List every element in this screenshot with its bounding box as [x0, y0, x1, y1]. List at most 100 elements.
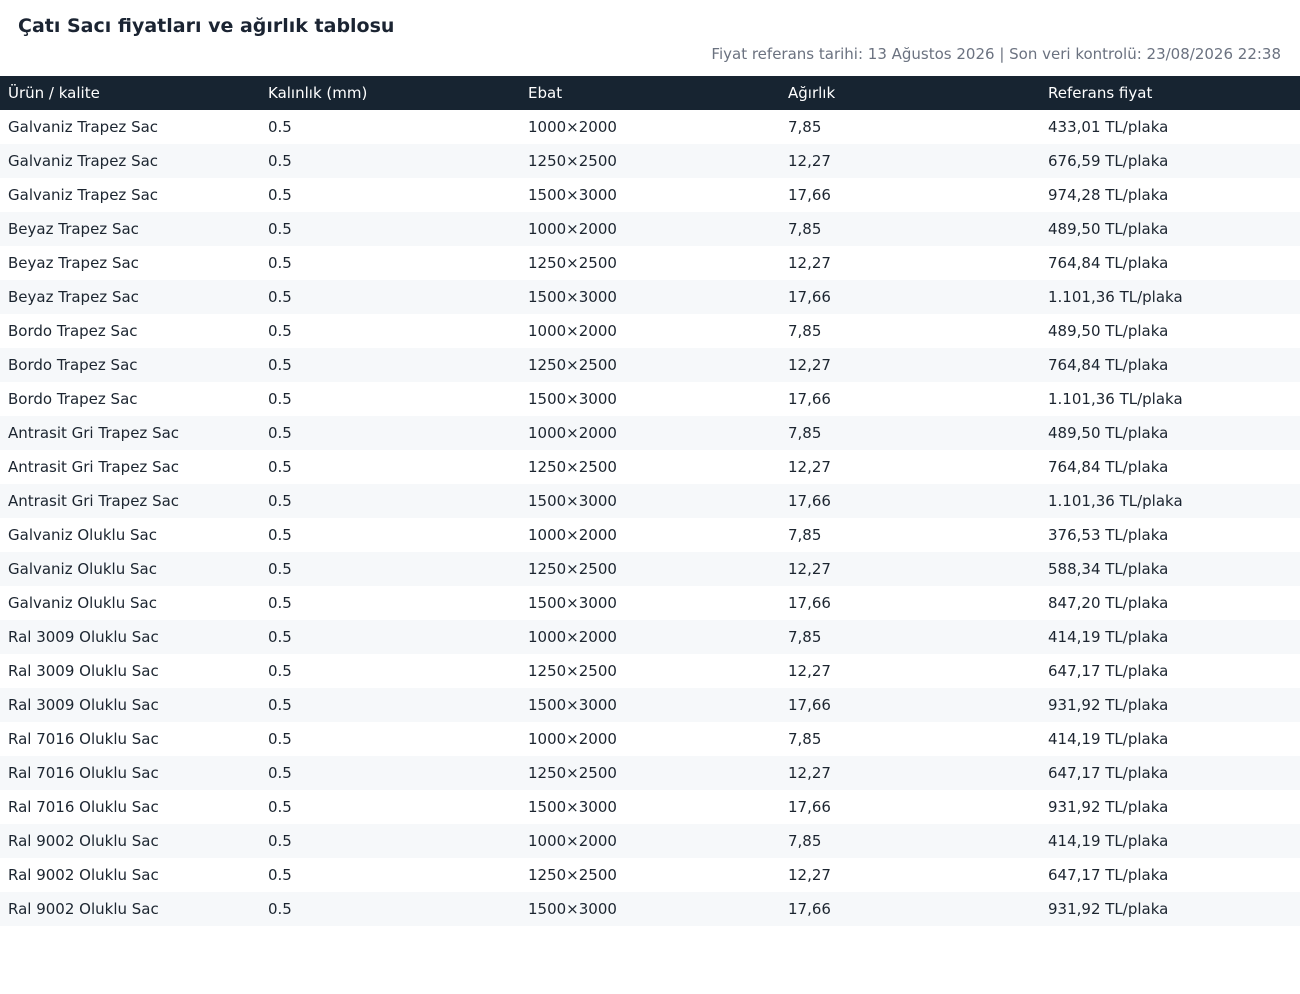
cell-thickness: 0.5 — [268, 390, 292, 408]
column-header-thickness: Kalınlık (mm) — [268, 84, 368, 102]
cell-weight: 12,27 — [788, 152, 831, 170]
cell-weight: 17,66 — [788, 696, 831, 714]
cell-weight: 12,27 — [788, 866, 831, 884]
cell-weight: 17,66 — [788, 900, 831, 918]
cell-weight: 7,85 — [788, 526, 822, 544]
cell-size: 1500×3000 — [528, 492, 617, 510]
cell-size: 1000×2000 — [528, 322, 617, 340]
table-row: Galvaniz Trapez Sac 0.5 1250×2500 12,27 676,… — [0, 144, 1300, 178]
cell-weight: 17,66 — [788, 798, 831, 816]
table-row: Galvaniz Oluklu Sac 0.5 1000×2000 7,85 376,5… — [0, 518, 1300, 552]
cell-thickness: 0.5 — [268, 458, 292, 476]
cell-weight: 12,27 — [788, 356, 831, 374]
cell-thickness: 0.5 — [268, 832, 292, 850]
cell-size: 1250×2500 — [528, 866, 617, 884]
cell-thickness: 0.5 — [268, 152, 292, 170]
cell-size: 1250×2500 — [528, 254, 617, 272]
table-row: Galvaniz Oluklu Sac 0.5 1500×3000 17,66 847,… — [0, 586, 1300, 620]
cell-price: 588,34 TL/plaka — [1048, 560, 1169, 578]
cell-price: 764,84 TL/plaka — [1048, 254, 1169, 272]
cell-product: Galvaniz Trapez Sac — [8, 152, 159, 170]
cell-product: Antrasit Gri Trapez Sac — [8, 492, 180, 510]
cell-size: 1500×3000 — [528, 288, 617, 306]
cell-thickness: 0.5 — [268, 356, 292, 374]
cell-thickness: 0.5 — [268, 492, 292, 510]
table-row: Ral 9002 Oluklu Sac 0.5 1250×2500 12,27 647,… — [0, 858, 1300, 892]
cell-price: 376,53 TL/plaka — [1048, 526, 1169, 544]
cell-price: 647,17 TL/plaka — [1048, 866, 1169, 884]
cell-product: Bordo Trapez Sac — [8, 322, 138, 340]
cell-size: 1500×3000 — [528, 798, 617, 816]
cell-thickness: 0.5 — [268, 560, 292, 578]
cell-weight: 12,27 — [788, 254, 831, 272]
cell-price: 931,92 TL/plaka — [1048, 900, 1169, 918]
table-row: Ral 9002 Oluklu Sac 0.5 1500×3000 17,66 931,… — [0, 892, 1300, 926]
cell-product: Ral 7016 Oluklu Sac — [8, 764, 159, 782]
cell-price: 489,50 TL/plaka — [1048, 424, 1169, 442]
cell-size: 1250×2500 — [528, 662, 617, 680]
cell-thickness: 0.5 — [268, 764, 292, 782]
cell-thickness: 0.5 — [268, 118, 292, 136]
table-row: Antrasit Gri Trapez Sac 0.5 1500×3000 17,66… — [0, 484, 1300, 518]
cell-size: 1000×2000 — [528, 832, 617, 850]
cell-thickness: 0.5 — [268, 628, 292, 646]
cell-weight: 7,85 — [788, 220, 822, 238]
cell-price: 489,50 TL/plaka — [1048, 220, 1169, 238]
cell-weight: 12,27 — [788, 662, 831, 680]
table-row: Beyaz Trapez Sac 0.5 1250×2500 12,27 764,84 … — [0, 246, 1300, 280]
table-row: Beyaz Trapez Sac 0.5 1500×3000 17,66 1.101,3… — [0, 280, 1300, 314]
table-row: Galvaniz Trapez Sac 0.5 1000×2000 7,85 433,0… — [0, 110, 1300, 144]
cell-weight: 7,85 — [788, 730, 822, 748]
cell-product: Antrasit Gri Trapez Sac — [8, 424, 180, 442]
table-row: Ral 3009 Oluklu Sac 0.5 1500×3000 17,66 931,… — [0, 688, 1300, 722]
cell-thickness: 0.5 — [268, 662, 292, 680]
cell-size: 1000×2000 — [528, 424, 617, 442]
table-row: Galvaniz Trapez Sac 0.5 1500×3000 17,66 974,… — [0, 178, 1300, 212]
cell-price: 931,92 TL/plaka — [1048, 696, 1169, 714]
cell-size: 1250×2500 — [528, 560, 617, 578]
cell-size: 1500×3000 — [528, 900, 617, 918]
cell-size: 1500×3000 — [528, 186, 617, 204]
table-row: Ral 9002 Oluklu Sac 0.5 1000×2000 7,85 414,1… — [0, 824, 1300, 858]
cell-weight: 12,27 — [788, 560, 831, 578]
page-title: Çatı Sacı fiyatları ve ağırlık tablosu — [18, 15, 395, 37]
cell-price: 414,19 TL/plaka — [1048, 832, 1169, 850]
cell-size: 1250×2500 — [528, 152, 617, 170]
table-header: Ürün / kalite Kalınlık (mm) Ebat Ağırlık… — [0, 76, 1300, 110]
table-row: Ral 7016 Oluklu Sac 0.5 1500×3000 17,66 931,… — [0, 790, 1300, 824]
cell-price: 433,01 TL/plaka — [1048, 118, 1169, 136]
cell-thickness: 0.5 — [268, 220, 292, 238]
cell-price: 414,19 TL/plaka — [1048, 628, 1169, 646]
cell-size: 1500×3000 — [528, 696, 617, 714]
cell-weight: 7,85 — [788, 628, 822, 646]
cell-product: Galvaniz Trapez Sac — [8, 118, 159, 136]
cell-product: Beyaz Trapez Sac — [8, 220, 139, 238]
cell-thickness: 0.5 — [268, 594, 292, 612]
table-row: Bordo Trapez Sac 0.5 1500×3000 17,66 1.101,3… — [0, 382, 1300, 416]
cell-thickness: 0.5 — [268, 322, 292, 340]
cell-weight: 17,66 — [788, 288, 831, 306]
reference-date-info: Fiyat referans tarihi: 13 Ağustos 2026 |… — [711, 45, 1281, 63]
column-header-product: Ürün / kalite — [8, 84, 100, 102]
cell-thickness: 0.5 — [268, 526, 292, 544]
cell-product: Antrasit Gri Trapez Sac — [8, 458, 180, 476]
table-row: Bordo Trapez Sac 0.5 1250×2500 12,27 764,84 … — [0, 348, 1300, 382]
table-body: Galvaniz Trapez Sac 0.5 1000×2000 7,85 433,0… — [0, 110, 1300, 926]
cell-size: 1000×2000 — [528, 730, 617, 748]
cell-weight: 12,27 — [788, 764, 831, 782]
column-header-weight: Ağırlık — [788, 84, 836, 102]
cell-price: 1.101,36 TL/plaka — [1048, 390, 1183, 408]
cell-size: 1250×2500 — [528, 356, 617, 374]
column-header-size: Ebat — [528, 84, 563, 102]
cell-price: 489,50 TL/plaka — [1048, 322, 1169, 340]
cell-weight: 17,66 — [788, 390, 831, 408]
cell-size: 1250×2500 — [528, 458, 617, 476]
cell-thickness: 0.5 — [268, 866, 292, 884]
cell-price: 764,84 TL/plaka — [1048, 356, 1169, 374]
table-row: Galvaniz Oluklu Sac 0.5 1250×2500 12,27 588,… — [0, 552, 1300, 586]
cell-weight: 7,85 — [788, 118, 822, 136]
cell-product: Ral 3009 Oluklu Sac — [8, 662, 159, 680]
table-row: Antrasit Gri Trapez Sac 0.5 1000×2000 7,85 4… — [0, 416, 1300, 450]
cell-product: Beyaz Trapez Sac — [8, 288, 139, 306]
table-row: Bordo Trapez Sac 0.5 1000×2000 7,85 489,50 T… — [0, 314, 1300, 348]
